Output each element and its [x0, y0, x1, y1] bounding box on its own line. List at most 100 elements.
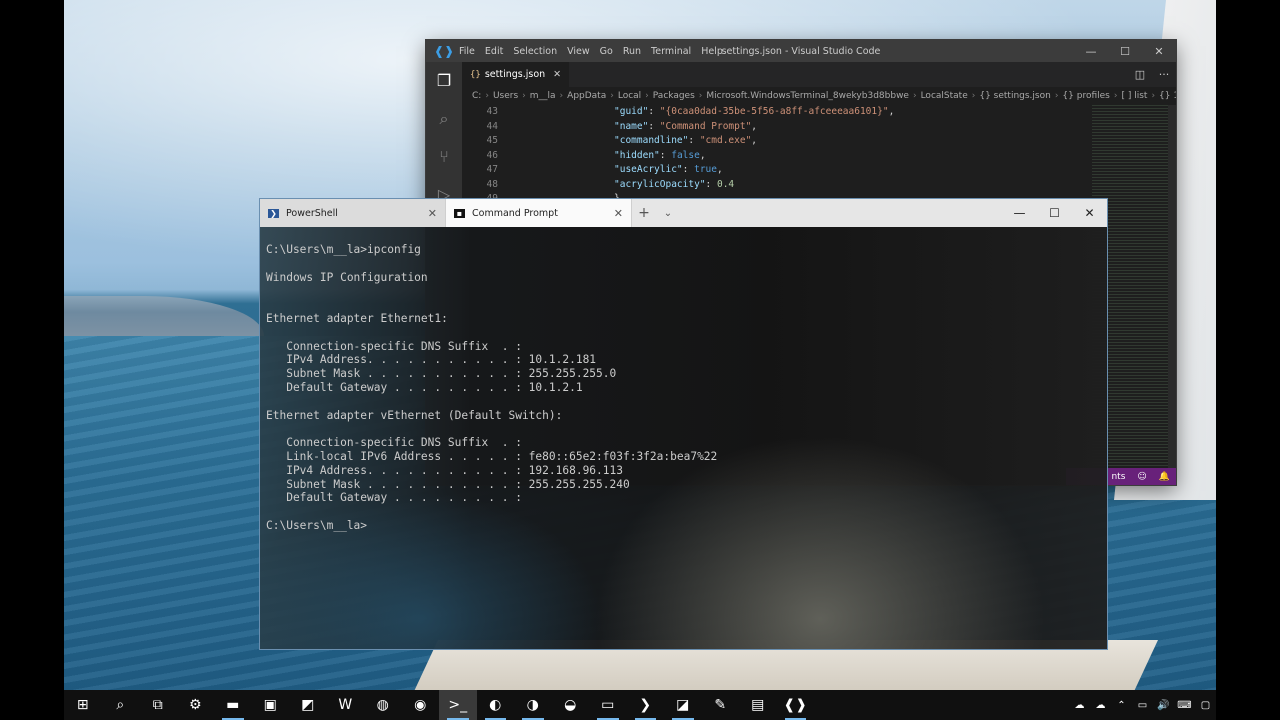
code-line[interactable]: 48 "acrylicOpacity": 0.4	[462, 178, 1092, 193]
menu-go[interactable]: Go	[595, 46, 618, 57]
terminal-maximize-button[interactable]: ☐	[1037, 199, 1072, 227]
task-view-icon[interactable]: ⧉	[139, 690, 177, 720]
notification-center-icon[interactable]: ▢	[1195, 700, 1216, 711]
settings-icon[interactable]: ⚙	[177, 690, 215, 720]
tab-powershell[interactable]: ❯ PowerShell ✕	[260, 199, 446, 227]
search-icon[interactable]: ⌕	[426, 100, 462, 138]
breadcrumb-item[interactable]: {} settings.json	[979, 91, 1050, 101]
menu-view[interactable]: View	[562, 46, 595, 57]
terminal-line: Default Gateway . . . . . . . . . :	[266, 491, 522, 505]
breadcrumb-item[interactable]: Local	[618, 91, 641, 101]
breadcrumb-item[interactable]: {} 1	[1159, 91, 1176, 101]
more-actions-icon[interactable]: ···	[1152, 68, 1176, 81]
volume-icon[interactable]: 🔊	[1153, 700, 1174, 711]
breadcrumb-item[interactable]: [ ] list	[1121, 91, 1147, 101]
split-editor-icon[interactable]: ◫	[1128, 68, 1152, 81]
token-tail: ,	[751, 135, 758, 146]
word-icon[interactable]: W	[327, 690, 365, 720]
code-line[interactable]: 44 "name": "Command Prompt",	[462, 120, 1092, 135]
breadcrumb-item[interactable]: Microsoft.WindowsTerminal_8wekyb3d8bbwe	[706, 91, 909, 101]
powershell-app-icon[interactable]: ❯	[627, 690, 665, 720]
edge-beta-icon[interactable]: ◑	[514, 690, 552, 720]
tab-command-prompt[interactable]: ▪ Command Prompt ✕	[446, 199, 632, 227]
new-tab-button[interactable]: +	[632, 199, 656, 227]
network-icon[interactable]: ▭	[1132, 700, 1153, 711]
onedrive-business-icon[interactable]: ☁	[1090, 700, 1111, 711]
close-tab-icon[interactable]: ✕	[614, 207, 623, 220]
terminal-icon[interactable]: >_	[439, 690, 477, 720]
notepad-icon[interactable]: ✎	[702, 690, 740, 720]
code-line[interactable]: 46 "hidden": false,	[462, 149, 1092, 164]
remote-desktop-icon[interactable]: ▤	[739, 690, 777, 720]
search-icon[interactable]: ⌕	[102, 690, 140, 720]
vscode-maximize-button[interactable]: ☐	[1108, 40, 1142, 62]
photos-icon[interactable]: ◩	[289, 690, 327, 720]
breadcrumb-item[interactable]: AppData	[567, 91, 606, 101]
vscode-app-icon[interactable]: ❰❱	[777, 690, 815, 720]
code-text: "commandline": "cmd.exe",	[514, 134, 757, 149]
terminal-line: C:\Users\m__la>	[266, 518, 368, 532]
terminal-output[interactable]: C:\Users\m__la>ipconfig Windows IP Config…	[260, 227, 1107, 533]
breadcrumb-item[interactable]: Packages	[653, 91, 695, 101]
explorer-icon[interactable]: ❐	[426, 62, 462, 100]
taskbar: ⊞ ⌕ ⧉ ⚙ ▬ ▣ ◩ W ◍ ◉ >_ ◐ ◑ ◒ ▭ ❯ ◪ ✎ ▤ ❰❱ ☁ ☁ ⌃ ▭ 🔊 ⌨ ▢	[64, 690, 1216, 720]
keyboard-icon[interactable]: ⌨	[1174, 700, 1195, 711]
notifications-icon[interactable]: 🔔	[1153, 472, 1176, 482]
chrome-icon[interactable]: ◉	[402, 690, 440, 720]
editor-scrollbar[interactable]	[1168, 105, 1176, 485]
onedrive-icon[interactable]: ☁	[1069, 700, 1090, 711]
code-text: "name": "Command Prompt",	[514, 120, 757, 135]
vscode-titlebar[interactable]: ❰❱ File Edit Selection View Go Run Terminal Hel…	[426, 40, 1176, 62]
breadcrumb-item[interactable]: Users	[493, 91, 518, 101]
vscode-menubar: File Edit Selection View Go Run Terminal Help	[454, 46, 728, 57]
line-number: 46	[486, 149, 498, 161]
menu-edit[interactable]: Edit	[480, 46, 508, 57]
feedback-icon[interactable]: ☺	[1131, 472, 1152, 482]
token-tail: ,	[751, 120, 758, 132]
breadcrumb-item[interactable]: LocalState	[921, 91, 968, 101]
breadcrumb-item[interactable]: {} profiles	[1062, 91, 1109, 101]
token-val: "{0caa0dad-35be-5f56-a8ff-afceeeaa6101}"	[659, 106, 889, 117]
code-text: "acrylicOpacity": 0.4	[514, 178, 734, 193]
breadcrumb-item[interactable]: m__la	[530, 91, 556, 101]
show-hidden-icons-icon[interactable]: ⌃	[1111, 700, 1132, 711]
code-text: "hidden": false,	[514, 149, 706, 164]
terminal-close-button[interactable]: ✕	[1072, 199, 1107, 227]
store-icon[interactable]: ▣	[252, 690, 290, 720]
vscode-close-button[interactable]: ✕	[1142, 40, 1176, 62]
token-val: "Command Prompt"	[659, 120, 752, 132]
terminal-window[interactable]: ❯ PowerShell ✕ ▪ Command Prompt ✕ + ⌄ — …	[259, 198, 1108, 650]
terminal-line: Connection-specific DNS Suffix . :	[266, 436, 522, 450]
firefox-icon[interactable]: ◍	[364, 690, 402, 720]
terminal-line: Subnet Mask . . . . . . . . . . . : 255.…	[266, 367, 617, 381]
breadcrumb-separator-icon: ›	[698, 91, 703, 101]
close-tab-icon[interactable]: ✕	[428, 207, 437, 220]
start-button[interactable]: ⊞	[64, 690, 102, 720]
cmd-app-icon[interactable]: ▭	[589, 690, 627, 720]
terminal-minimize-button[interactable]: —	[1002, 199, 1037, 227]
menu-selection[interactable]: Selection	[508, 46, 562, 57]
tab-settings-json[interactable]: {} settings.json ✕	[462, 62, 570, 87]
code-line[interactable]: 43 "guid": "{0caa0dad-35be-5f56-a8ff-afce…	[462, 105, 1092, 120]
chevron-down-icon[interactable]: ⌄	[656, 199, 680, 227]
file-explorer-icon[interactable]: ▬	[214, 690, 252, 720]
source-control-icon[interactable]: ⑂	[426, 138, 462, 176]
close-tab-icon[interactable]: ✕	[553, 69, 561, 80]
edge-dev-icon[interactable]: ◒	[552, 690, 590, 720]
menu-file[interactable]: File	[454, 46, 480, 57]
image-viewer-icon[interactable]: ◪	[664, 690, 702, 720]
edge-icon[interactable]: ◐	[477, 690, 515, 720]
breadcrumb-item[interactable]: C:	[472, 91, 481, 101]
menu-terminal[interactable]: Terminal	[646, 46, 696, 57]
code-line[interactable]: 47 "useAcrylic": true,	[462, 163, 1092, 178]
menu-run[interactable]: Run	[618, 46, 646, 57]
code-line[interactable]: 45 "commandline": "cmd.exe",	[462, 134, 1092, 149]
breadcrumb-separator-icon: ›	[971, 91, 976, 101]
token-sep: :	[705, 178, 717, 190]
vscode-minimize-button[interactable]: —	[1074, 40, 1108, 62]
menu-help[interactable]: Help	[696, 46, 728, 57]
line-number: 48	[486, 178, 498, 190]
